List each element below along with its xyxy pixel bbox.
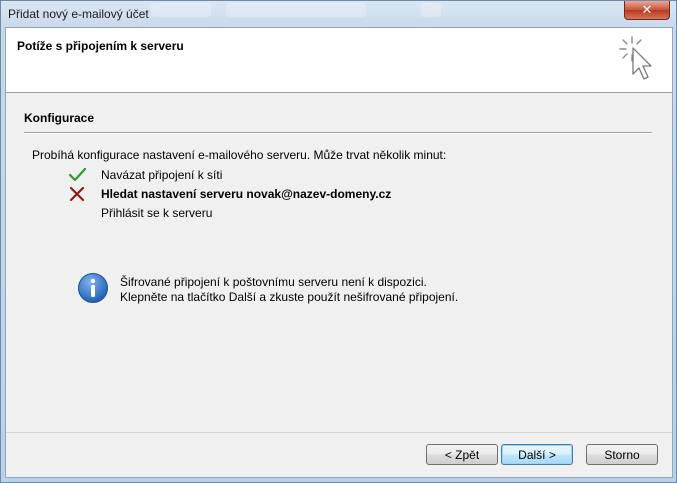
background-ghost [226,3,366,17]
step-label: Hledat nastavení serveru novak@nazev-dom… [101,187,392,201]
close-icon: ✕ [641,2,653,17]
next-button[interactable]: Další > [501,444,573,465]
background-ghost [151,3,211,17]
back-button[interactable]: < Zpět [426,444,498,465]
cross-icon [69,186,85,202]
divider [24,132,652,134]
step-label: Navázat připojení k síti [101,168,223,182]
info-icon [78,273,108,303]
page-title: Potíže s připojením k serveru [17,39,184,53]
checkmark-icon [68,167,86,182]
info-text-line: Klepněte na tlačítko Další a zkuste použ… [120,290,459,304]
cancel-button[interactable]: Storno [586,444,658,465]
close-button[interactable]: ✕ [624,1,670,20]
wizard-header: Potíže s připojením k serveru [6,28,672,93]
section-title: Konfigurace [24,111,95,125]
background-ghost [421,3,441,17]
wizard-cursor-icon [619,36,652,80]
intro-text: Probíhá konfigurace nastavení e-mailovéh… [32,148,447,162]
wizard-client-area: Potíže s připojením k serveru Konfigurac… [5,27,673,478]
step-label: Přihlásit se k serveru [101,206,213,220]
title-bar[interactable]: Přidat nový e-mailový účet ✕ [1,1,676,27]
window-title: Přidat nový e-mailový účet [8,7,149,21]
footer-divider [6,432,672,433]
dialog-window: Přidat nový e-mailový účet ✕ Potíže s př… [0,0,677,483]
info-text-line: Šifrované připojení k poštovnímu serveru… [120,275,427,289]
